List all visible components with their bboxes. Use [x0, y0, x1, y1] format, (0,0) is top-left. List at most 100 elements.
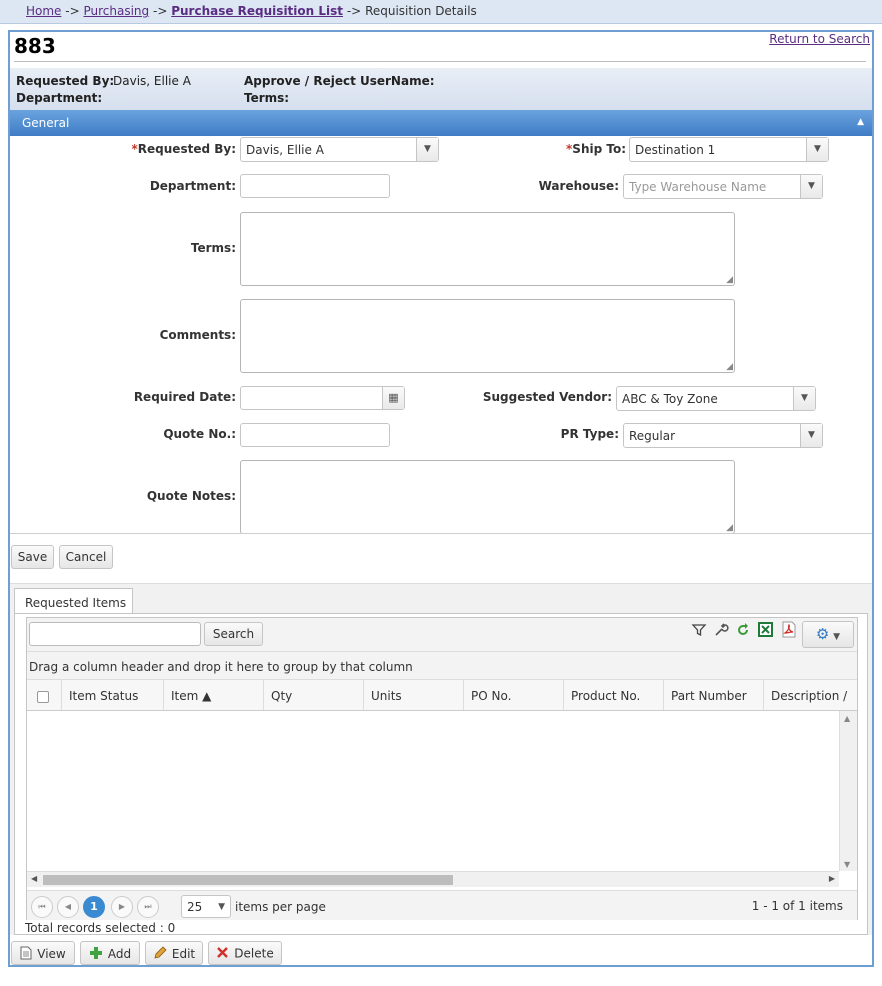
suggested-vendor-dropdown[interactable]: ABC & Toy Zone ▼ [616, 386, 816, 411]
requested-by-dropdown[interactable]: Davis, Ellie A ▼ [240, 137, 439, 162]
gear-icon: ⚙ [815, 625, 830, 643]
terms-textarea[interactable]: ◢ [240, 212, 735, 286]
calendar-icon[interactable]: ▦ [382, 387, 404, 409]
requested-by-value: Davis, Ellie A [246, 143, 324, 157]
cancel-button[interactable]: Cancel [59, 545, 113, 569]
horizontal-scrollbar[interactable]: ◀ ▶ [27, 871, 839, 887]
select-all-checkbox[interactable] [37, 691, 49, 703]
column-header-item-status[interactable]: Item Status [61, 680, 163, 710]
suggested-vendor-value: ABC & Toy Zone [622, 392, 718, 406]
excel-export-icon[interactable] [757, 621, 774, 641]
scroll-right-icon[interactable]: ▶ [829, 874, 835, 883]
page-size-dropdown[interactable]: 25 ▼ [181, 895, 231, 918]
refresh-icon[interactable] [735, 622, 751, 641]
current-page-button[interactable]: 1 [83, 896, 105, 918]
scroll-left-icon[interactable]: ◀ [31, 874, 37, 883]
column-header-description[interactable]: Description / [763, 680, 857, 710]
last-page-icon[interactable]: ⏭ [137, 896, 159, 918]
scroll-down-icon[interactable]: ▼ [844, 860, 850, 869]
total-records-selected: Total records selected : 0 [25, 921, 176, 935]
first-page-icon[interactable]: ⏮ [31, 896, 53, 918]
summary-department-label: Department: [16, 91, 103, 105]
breadcrumb-separator: -> [346, 4, 362, 18]
settings-menu-button[interactable]: ⚙ ▼ [802, 621, 854, 648]
edit-button[interactable]: Edit [145, 941, 203, 965]
grid-search-input[interactable] [29, 622, 201, 646]
previous-page-icon[interactable]: ◀ [57, 896, 79, 918]
group-by-hint: Drag a column header and drop it here to… [27, 652, 857, 680]
next-page-icon[interactable]: ▶ [111, 896, 133, 918]
breadcrumb-purchasing-link[interactable]: Purchasing [83, 4, 149, 18]
return-to-search-link[interactable]: Return to Search [769, 32, 870, 46]
resize-grip-icon[interactable]: ◢ [726, 275, 733, 285]
view-button[interactable]: View [11, 941, 75, 965]
grid-toolbar: Search ⚙ ▼ [27, 618, 857, 652]
department-input[interactable] [240, 174, 390, 198]
pencil-icon [153, 946, 167, 963]
general-section-header[interactable]: General ▲ [10, 110, 872, 136]
summary-approve-label: Approve / Reject UserName: [244, 74, 435, 88]
ship-to-dropdown[interactable]: Destination 1 ▼ [629, 137, 829, 162]
delete-x-icon [216, 946, 229, 962]
tab-requested-items[interactable]: Requested Items [14, 588, 133, 614]
quote-no-input[interactable] [240, 423, 390, 447]
chevron-down-icon[interactable]: ▼ [793, 387, 815, 410]
chevron-down-icon: ▼ [218, 902, 225, 912]
quote-notes-label: Quote Notes: [146, 489, 236, 503]
filter-icon[interactable] [691, 622, 707, 641]
general-section-title: General [22, 116, 70, 130]
vertical-scrollbar[interactable]: ▲ ▼ [839, 711, 857, 871]
delete-button-label: Delete [234, 946, 274, 961]
warehouse-label: Warehouse: [538, 179, 619, 193]
requested-items-panel: Search ⚙ ▼ Drag a column header and drop… [14, 613, 868, 935]
chevron-down-icon[interactable]: ▼ [800, 175, 822, 198]
collapse-arrow-icon[interactable]: ▲ [857, 117, 864, 127]
column-header-part-number[interactable]: Part Number [663, 680, 763, 710]
chevron-down-icon[interactable]: ▼ [416, 138, 438, 161]
add-button[interactable]: Add [80, 941, 140, 965]
breadcrumb-list-link[interactable]: Purchase Requisition List [171, 4, 343, 18]
requested-by-label-text: Requested By: [137, 142, 236, 156]
ship-to-value: Destination 1 [635, 143, 716, 157]
ship-to-label: *Ship To: [510, 142, 626, 156]
requisition-panel: 883 Return to Search Requested By: Davis… [8, 30, 874, 967]
items-per-page-label: items per page [235, 900, 326, 914]
grid-action-bar: View Add Edit Delete [10, 938, 872, 967]
wrench-icon[interactable] [713, 622, 729, 641]
scroll-up-icon[interactable]: ▲ [844, 714, 850, 723]
terms-label: Terms: [190, 241, 236, 255]
resize-grip-icon[interactable]: ◢ [726, 523, 733, 533]
view-button-label: View [37, 947, 66, 961]
pr-type-dropdown[interactable]: Regular ▼ [623, 423, 823, 448]
resize-grip-icon[interactable]: ◢ [726, 362, 733, 372]
summary-terms-label: Terms: [244, 91, 290, 105]
column-header-product-no[interactable]: Product No. [563, 680, 663, 710]
pr-type-value: Regular [629, 429, 676, 443]
warehouse-combobox[interactable]: Type Warehouse Name ▼ [623, 174, 823, 199]
column-header-po-no[interactable]: PO No. [463, 680, 563, 710]
breadcrumb-home-link[interactable]: Home [26, 4, 61, 18]
save-button[interactable]: Save [11, 545, 54, 569]
chevron-down-icon[interactable]: ▼ [800, 424, 822, 447]
pager-range-info: 1 - 1 of 1 items [751, 899, 843, 913]
department-label: Department: [149, 179, 236, 193]
grid-search-button[interactable]: Search [204, 622, 263, 646]
add-button-label: Add [107, 947, 132, 961]
summary-panel: Requested By: Davis, Ellie A Department:… [10, 68, 872, 110]
pdf-export-icon[interactable] [781, 621, 797, 641]
required-date-picker[interactable]: ▦ [240, 386, 405, 410]
form-divider [10, 533, 872, 534]
comments-label: Comments: [159, 328, 236, 342]
chevron-down-icon: ▼ [833, 632, 841, 642]
comments-textarea[interactable]: ◢ [240, 299, 735, 373]
quote-notes-textarea[interactable]: ◢ [240, 460, 735, 534]
required-date-label: Required Date: [133, 390, 236, 404]
column-header-qty[interactable]: Qty [263, 680, 363, 710]
delete-button[interactable]: Delete [208, 941, 282, 965]
horizontal-scroll-thumb[interactable] [43, 875, 453, 885]
column-header-item[interactable]: Item ▲ [163, 680, 263, 710]
tabs-area: Requested Items Search ⚙ ▼ Drag a column… [10, 583, 872, 935]
edit-button-label: Edit [171, 947, 196, 961]
column-header-units[interactable]: Units [363, 680, 463, 710]
chevron-down-icon[interactable]: ▼ [806, 138, 828, 161]
